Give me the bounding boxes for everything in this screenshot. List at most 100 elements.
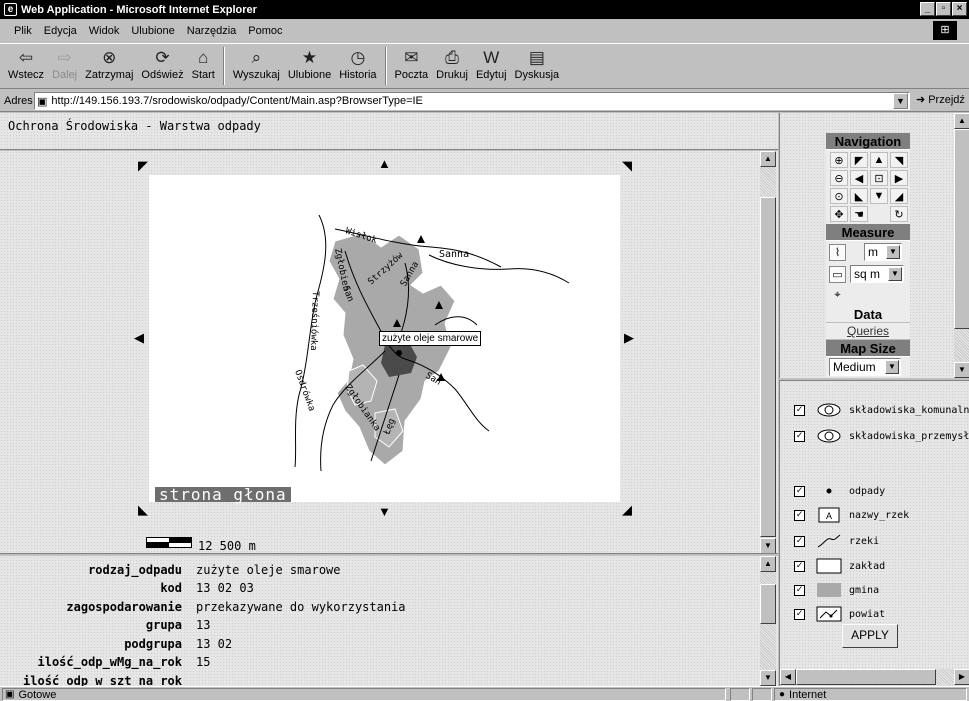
go-arrow-icon: ➜ (916, 94, 926, 106)
pan-northwest-tool-icon[interactable]: ◤ (850, 152, 868, 168)
distance-unit-select[interactable]: m ▼ (864, 243, 902, 261)
pan-north-tool-icon[interactable]: ▲ (870, 152, 888, 168)
globe-icon: ● (779, 689, 786, 700)
refresh-button[interactable]: ⟳ Odśwież (137, 44, 187, 88)
menu-tools[interactable]: Narzędzia (181, 25, 243, 37)
zoom-extent-icon[interactable]: ⊙ (830, 188, 848, 204)
attribute-scrollbar[interactable]: ▲ ▼ (760, 556, 776, 686)
mail-icon: ✉ (404, 48, 419, 67)
legend-item: ✓ odpady (794, 482, 885, 500)
apply-button[interactable]: APPLY (842, 624, 898, 648)
pan-southeast-icon[interactable]: ◢ (622, 503, 632, 516)
legend-label: odpady (849, 485, 886, 497)
identify-icon[interactable]: ☚ (850, 206, 868, 222)
layer-checkbox[interactable]: ✓ (794, 509, 805, 521)
zoom-in-icon[interactable]: ⊕ (830, 152, 848, 168)
pan-northeast-icon[interactable]: ◥ (622, 159, 632, 172)
pan-east-icon[interactable]: ▶ (624, 331, 634, 344)
address-input[interactable]: ▣ http://149.156.193.7/srodowisko/odpady… (34, 92, 910, 110)
scroll-thumb[interactable] (760, 197, 776, 537)
navigation-scrollbar[interactable]: ▲ ▼ (954, 113, 969, 378)
stop-button[interactable]: ⊗ Zatrzymaj (81, 44, 137, 88)
pan-southwest-icon[interactable]: ◣ (138, 503, 148, 516)
address-dropdown-button[interactable]: ▼ (893, 93, 908, 109)
scroll-up-button[interactable]: ▲ (760, 151, 776, 167)
favorites-button[interactable]: ★ Ulubione (284, 44, 335, 88)
scroll-right-button[interactable]: ▶ (954, 669, 969, 685)
measure-area-icon[interactable]: ▭ (829, 265, 846, 283)
windows-logo-icon: ⊞ (933, 21, 957, 40)
queries-link[interactable]: Queries (826, 323, 910, 340)
scroll-up-button[interactable]: ▲ (760, 556, 776, 572)
legend-horizontal-scrollbar[interactable]: ◀ ▶ (780, 669, 969, 685)
map-image[interactable]: Wisłok San Zgłobień Sanna Strzyżów Sanna… (149, 175, 620, 503)
minimize-button[interactable]: _ (920, 2, 935, 16)
pan-southwest-tool-icon[interactable]: ◣ (850, 188, 868, 204)
full-extent-icon[interactable]: ⊡ (870, 170, 888, 186)
map-label: strona głona (155, 487, 291, 503)
menu-file[interactable]: Plik (8, 25, 38, 37)
pan-north-icon[interactable]: ▲ (378, 157, 391, 170)
river-label: Osdrówka (292, 368, 317, 413)
history-button[interactable]: ◷ Historia (335, 44, 380, 88)
scroll-left-button[interactable]: ◀ (780, 669, 796, 685)
layer-checkbox[interactable]: ✓ (794, 560, 805, 572)
mail-button[interactable]: ✉ Poczta (391, 44, 433, 88)
pan-southeast-tool-icon[interactable]: ◢ (890, 188, 908, 204)
menu-edit[interactable]: Edycja (38, 25, 83, 37)
scroll-thumb[interactable] (954, 129, 969, 329)
pan-south-tool-icon[interactable]: ▼ (870, 188, 888, 204)
map-size-select[interactable]: Medium ▼ (829, 358, 901, 376)
scale-bar (146, 537, 192, 548)
menu-favorites[interactable]: Ulubione (125, 25, 180, 37)
go-button[interactable]: ➜ Przejdź (916, 93, 965, 107)
back-button[interactable]: ⇦ Wstecz (4, 44, 48, 88)
menu-help[interactable]: Pomoc (242, 25, 288, 37)
search-button[interactable]: ⌕ Wyszukaj (229, 44, 284, 88)
attribute-row: grupa 13 (145, 618, 211, 632)
discuss-button[interactable]: ▤ Dyskusja (511, 44, 564, 88)
layer-checkbox[interactable]: ✓ (794, 404, 805, 416)
pan-northwest-icon[interactable]: ◤ (138, 159, 148, 172)
scroll-thumb[interactable] (796, 669, 936, 685)
map-scrollbar[interactable]: ▲ ▼ (760, 151, 776, 553)
pan-west-tool-icon[interactable]: ◀ (850, 170, 868, 186)
area-unit-select[interactable]: sq m ▼ (850, 265, 904, 283)
scroll-down-button[interactable]: ▼ (760, 670, 776, 686)
layer-checkbox[interactable]: ✓ (794, 584, 805, 596)
landfill-industrial-symbol-icon (815, 427, 843, 445)
maximize-button[interactable]: ▫ (936, 2, 951, 16)
print-icon: ⎙ (445, 48, 459, 67)
layer-checkbox[interactable]: ✓ (794, 535, 805, 547)
address-url: http://149.156.193.7/srodowisko/odpady/C… (51, 95, 423, 107)
zoom-out-icon[interactable]: ⊖ (830, 170, 848, 186)
print-button[interactable]: ⎙ Drukuj (432, 44, 472, 88)
edit-button[interactable]: W Edytuj (472, 44, 511, 88)
home-button[interactable]: ⌂ Start (188, 44, 219, 88)
pan-tool-icon[interactable]: ✥ (830, 206, 848, 222)
layer-checkbox[interactable]: ✓ (794, 485, 805, 497)
history-icon: ◷ (350, 48, 366, 67)
pan-south-icon[interactable]: ▼ (378, 505, 391, 518)
refresh-map-icon[interactable]: ↻ (890, 206, 908, 222)
scroll-down-button[interactable]: ▼ (954, 362, 969, 378)
navigation-panel: Navigation ⊕ ◤ ▲ ◥ ⊖ ◀ ⊡ ▶ ⊙ ◣ ▼ ◢ ✥ ☚ ↻… (826, 133, 910, 377)
attribute-row: ilość_odp_w_szt_na_rok (23, 674, 182, 686)
scroll-down-button[interactable]: ▼ (760, 538, 776, 553)
pan-east-tool-icon[interactable]: ▶ (890, 170, 908, 186)
layer-checkbox[interactable]: ✓ (794, 608, 805, 620)
window-title-bar[interactable]: e Web Application - Microsoft Internet E… (0, 0, 969, 19)
legend-item: ✓ powiat (794, 605, 885, 623)
layer-checkbox[interactable]: ✓ (794, 430, 805, 442)
measure-distance-icon[interactable]: ⌇ (829, 243, 846, 261)
pan-northeast-tool-icon[interactable]: ◥ (890, 152, 908, 168)
close-button[interactable]: × (952, 2, 967, 16)
pan-west-icon[interactable]: ◀ (134, 331, 144, 344)
scroll-thumb[interactable] (760, 584, 776, 624)
crosshair-icon[interactable]: ⌖ (829, 287, 846, 304)
forward-button[interactable]: ⇨ Dalej (48, 44, 81, 88)
scale-text: 12 500 m (198, 539, 256, 553)
scroll-up-button[interactable]: ▲ (954, 113, 969, 129)
river-label: Trześniówka (308, 291, 321, 351)
menu-view[interactable]: Widok (83, 25, 126, 37)
